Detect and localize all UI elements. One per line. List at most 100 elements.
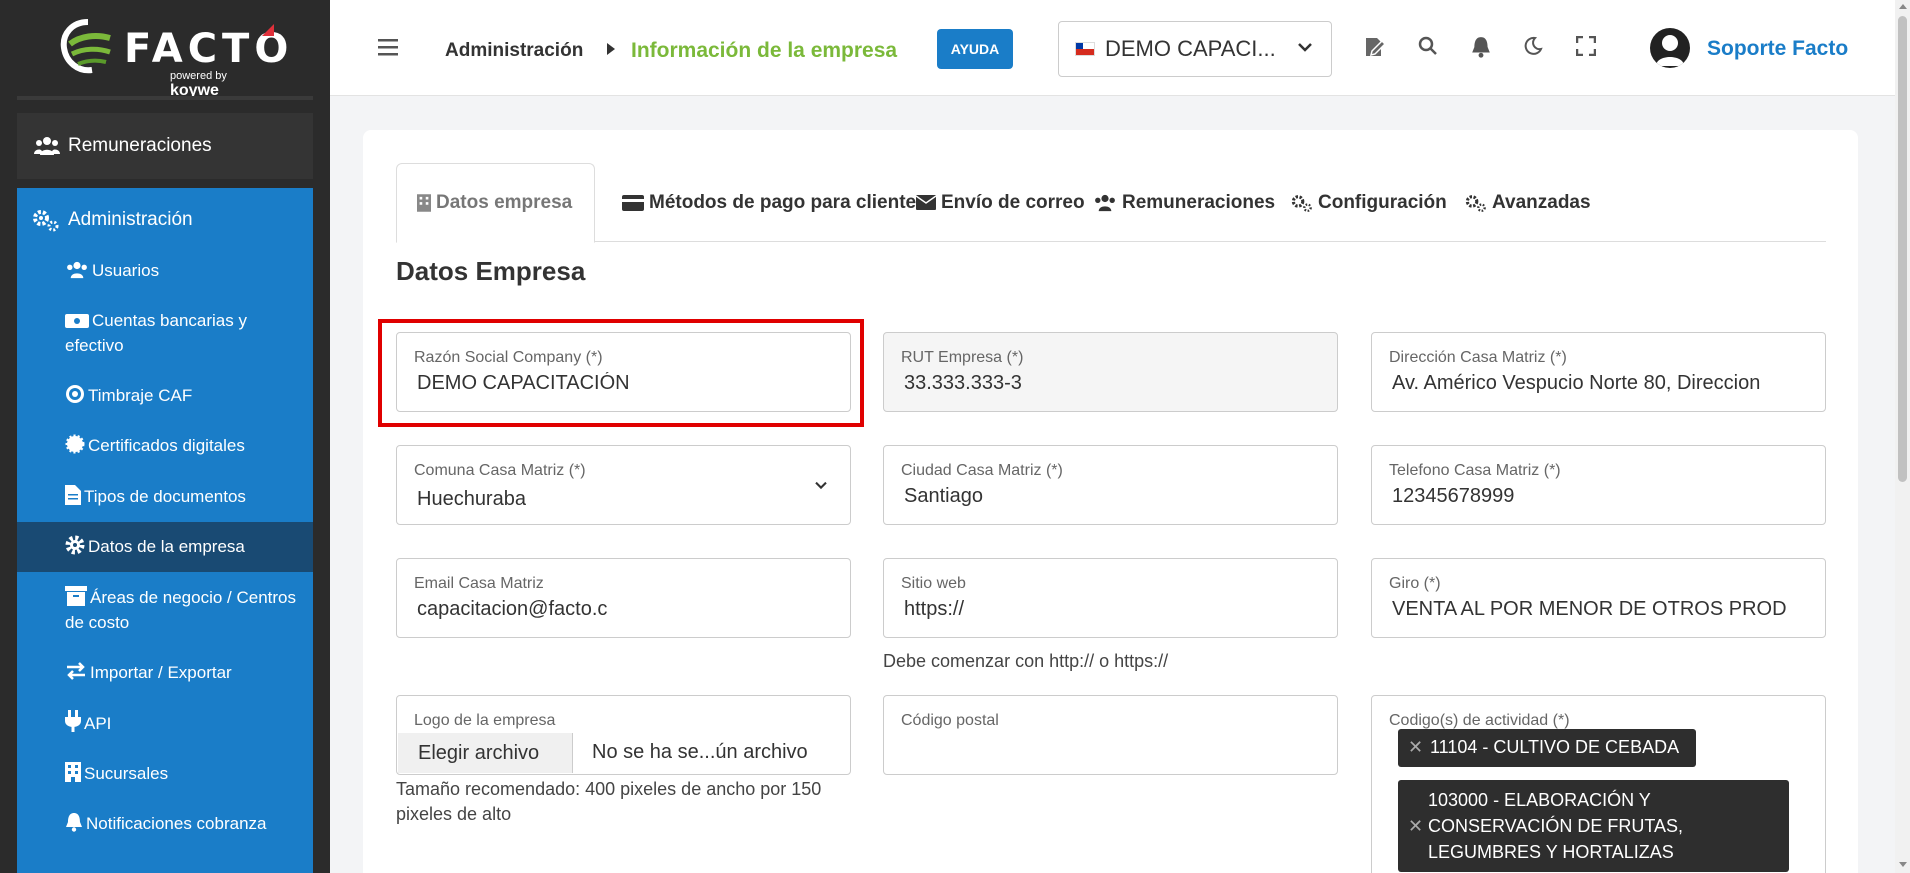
help-button[interactable]: AYUDA [937,29,1013,69]
direccion-field[interactable]: Dirección Casa Matriz (*) Av. Américo Ve… [1371,332,1826,412]
sidebar-item-notificaciones[interactable]: Notificaciones cobranza [65,811,305,836]
notifications-bell-icon[interactable] [1471,36,1491,58]
page-scrollbar[interactable] [1895,0,1910,873]
email-field[interactable]: Email Casa Matriz capacitacion@facto.c [396,558,851,638]
sidebar-admin-section: Administración Usuarios Cuentas bancaria… [17,188,313,873]
tab-metodos-pago[interactable]: Métodos de pago para clientes [622,163,927,242]
tab-remuneraciones[interactable]: Remuneraciones [1093,163,1275,242]
page-title: Información de la empresa [631,39,898,62]
tab-label: Configuración [1318,191,1447,213]
chip-label: 103000 - ELABORACIÓN Y CONSERVACIÓN DE F… [1428,790,1684,862]
field-label: Ciudad Casa Matriz (*) [901,462,1063,479]
sidebar-item-label: Certificados digitales [88,436,245,455]
tab-datos-empresa[interactable]: Datos empresa [396,163,596,243]
tab-label: Envío de correo [941,191,1085,213]
remove-chip-icon[interactable]: ✕ [1408,816,1423,837]
gears-icon [1465,194,1486,212]
sidebar-item-label: Notificaciones cobranza [86,814,267,833]
scroll-thumb[interactable] [1898,16,1907,482]
scroll-down-arrow[interactable] [1899,862,1907,867]
logo-upload-field[interactable]: Logo de la empresa Elegir archivo No se … [396,695,851,775]
chevron-down-icon [1298,43,1312,52]
ciudad-field[interactable]: Ciudad Casa Matriz (*) Santiago [883,445,1338,525]
edit-document-icon[interactable] [1364,36,1386,58]
activity-chip[interactable]: ✕ 11104 - CULTIVO DE CEBADA [1398,729,1696,767]
activity-chip[interactable]: ✕ 103000 - ELABORACIÓN Y CONSERVACIÓN DE… [1398,780,1789,872]
search-icon[interactable] [1418,36,1438,56]
field-value: 12345678999 [1392,485,1515,507]
codigo-postal-field[interactable]: Código postal [883,695,1338,775]
field-value: VENTA AL POR MENOR DE OTROS PROD [1392,598,1787,620]
sidebar-item-usuarios[interactable]: Usuarios [65,258,305,283]
company-select-value: DEMO CAPACI... [1105,36,1276,61]
field-value: Santiago [904,485,983,507]
sidebar-item-administracion[interactable]: Administración [32,208,193,232]
building-icon [65,762,81,782]
sidebar-divider [17,96,313,100]
exchange-icon [67,662,85,680]
field-value: https:// [904,598,965,620]
archive-icon [65,586,87,606]
scroll-up-arrow[interactable] [1899,4,1907,9]
sidebar-item-label: Remuneraciones [68,135,212,156]
sidebar-item-cuentas[interactable]: Cuentas bancarias y efectivo [65,308,305,358]
target-icon [66,385,84,403]
moon-icon[interactable] [1523,36,1543,56]
user-avatar-icon [1656,35,1684,66]
telefono-field[interactable]: Telefono Casa Matriz (*) 12345678999 [1371,445,1826,525]
sidebar-item-label: Sucursales [84,764,169,783]
sidebar-item-tipos-documentos[interactable]: Tipos de documentos [65,484,305,509]
sidebar: FACTO powered by koywe Remuneraciones Ad… [0,0,330,873]
envelope-icon [916,195,936,210]
users-icon [1095,194,1115,211]
facto-logo[interactable]: FACTO powered by koywe [58,18,288,99]
sidebar-item-importar[interactable]: Importar / Exportar [65,660,305,685]
credit-card-icon [622,194,644,211]
users-icon [67,261,87,279]
tab-envio-correo[interactable]: Envío de correo [916,163,1085,242]
giro-field[interactable]: Giro (*) VENTA AL POR MENOR DE OTROS PRO… [1371,558,1826,638]
facto-swirl-icon [60,19,111,74]
sidebar-item-timbraje[interactable]: Timbraje CAF [65,383,305,408]
sidebar-item-sucursales[interactable]: Sucursales [65,761,305,786]
user-name[interactable]: Soporte Facto [1707,37,1848,61]
field-label: RUT Empresa (*) [901,349,1024,366]
tab-bar: Datos empresa Métodos de pago para clien… [396,163,1826,243]
money-icon [65,314,89,328]
field-label: Email Casa Matriz [414,575,544,592]
sidebar-item-label: Importar / Exportar [90,663,232,682]
actividad-multiselect[interactable]: Codigo(s) de actividad (*) ✕ 11104 - CUL… [1371,695,1826,873]
building-icon [417,194,431,212]
choose-file-button[interactable]: Elegir archivo [398,733,573,773]
certificate-icon [65,434,85,454]
tab-label: Remuneraciones [1122,191,1276,213]
chevron-down-icon [815,481,827,490]
sidebar-item-datos-empresa[interactable]: Datos de la empresa [65,534,305,559]
sitio-web-hint: Debe comenzar con http:// o https:// [883,651,1169,671]
company-select[interactable]: DEMO CAPACI... [1058,21,1332,77]
logo-hint: Tamaño recomendado: 400 pixeles de ancho… [396,779,822,824]
sidebar-item-certificados[interactable]: Certificados digitales [65,433,305,458]
field-label: Comuna Casa Matriz (*) [414,462,586,479]
caret-right-icon [607,43,615,55]
breadcrumb-administracion[interactable]: Administración [445,40,583,62]
user-avatar[interactable] [1650,28,1690,68]
sidebar-item-remuneraciones[interactable]: Remuneraciones [17,113,313,179]
menu-icon[interactable] [378,38,398,56]
remove-chip-icon[interactable]: ✕ [1408,737,1423,758]
tab-avanzadas[interactable]: Avanzadas [1465,163,1591,242]
sidebar-item-label: Usuarios [92,261,160,280]
brand-accent-icon [262,24,274,36]
sitio-web-field[interactable]: Sitio web https:// [883,558,1338,638]
comuna-select[interactable]: Comuna Casa Matriz (*) Huechuraba [396,445,851,525]
field-value: capacitacion@facto.c [417,598,608,620]
fullscreen-icon[interactable] [1576,36,1596,56]
rut-empresa-field[interactable]: RUT Empresa (*) 33.333.333-3 [883,332,1338,412]
tab-configuracion[interactable]: Configuración [1291,163,1447,242]
field-label: Sitio web [901,575,966,592]
section-title: Datos Empresa [396,256,586,286]
sidebar-item-areas[interactable]: Áreas de negocio / Centros de costo [65,585,305,635]
sidebar-item-api[interactable]: API [65,710,305,736]
sidebar-item-label: API [84,714,112,733]
topbar: Administración Información de la empresa… [330,0,1895,96]
